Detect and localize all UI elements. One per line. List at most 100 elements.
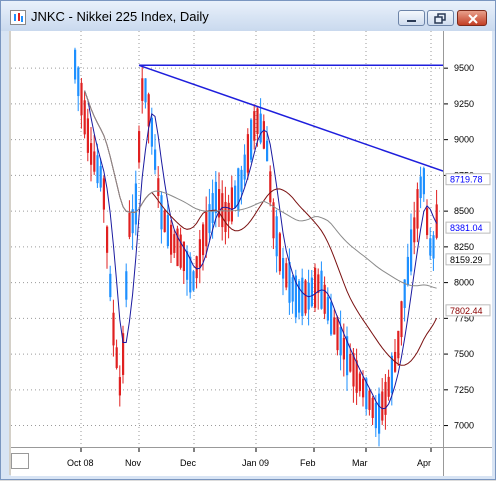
candle-body: [349, 353, 352, 372]
y-tick-label: 7000: [454, 421, 474, 431]
candle-body: [390, 355, 393, 393]
candle-body: [214, 181, 217, 214]
candle-body: [99, 166, 102, 188]
candle-body: [266, 140, 269, 162]
candle-body: [301, 277, 304, 317]
y-tick-label: 7250: [454, 385, 474, 395]
candle-body: [83, 100, 86, 135]
candle-body: [259, 113, 262, 143]
candle-body: [406, 256, 409, 286]
candle-body: [93, 151, 96, 172]
candle-body: [384, 381, 387, 415]
candle-body: [170, 224, 173, 255]
candle-body: [333, 317, 336, 335]
candle-body: [224, 201, 227, 233]
y-tick-label: 9000: [454, 135, 474, 145]
candle-body: [109, 273, 112, 298]
trendline-resistance: [138, 64, 444, 172]
date-axis: Oct 08 Nov Dec Jan 09 Feb Mar Apr: [11, 447, 443, 476]
x-tick-label: Oct 08: [67, 458, 94, 468]
price-chart[interactable]: [11, 31, 444, 447]
chart-window: JNKC - Nikkei 225 Index, Daily 7000 7250 7…: [0, 0, 496, 480]
candle-body: [330, 302, 333, 335]
candle-body: [240, 169, 243, 192]
candle-body: [291, 277, 294, 302]
candle-body: [272, 202, 275, 239]
candle-body: [282, 258, 285, 279]
candle-body: [115, 347, 118, 368]
x-tick-label: Nov: [125, 458, 142, 468]
candle-body: [358, 373, 361, 392]
candle-body: [189, 256, 192, 293]
candle-body: [416, 189, 419, 229]
candle-body: [134, 183, 137, 225]
candle-body: [147, 94, 150, 127]
candle-body: [413, 217, 416, 243]
candle-body: [198, 239, 201, 268]
candle-body: [74, 49, 77, 80]
candle-body: [397, 330, 400, 359]
candle-body: [378, 393, 381, 434]
candle-body: [86, 118, 89, 153]
candle-body: [256, 108, 259, 135]
x-tick-label: Jan 09: [242, 458, 269, 468]
candle-body: [362, 378, 365, 398]
candle-body: [323, 284, 326, 314]
candle-body: [262, 121, 265, 149]
price-marker-label: 7802.44: [450, 306, 483, 316]
candle-body: [381, 391, 384, 421]
price-marker-label: 8381.04: [450, 223, 483, 233]
candle-body: [150, 117, 153, 147]
candle-body: [195, 256, 198, 279]
candle-body: [371, 397, 374, 418]
candle-body: [278, 233, 281, 272]
candle-body: [429, 238, 432, 256]
candle-body: [419, 176, 422, 199]
candle-body: [106, 226, 109, 253]
y-tick-label: 9500: [454, 63, 474, 73]
candle-body: [80, 82, 83, 116]
x-tick-label: Feb: [300, 458, 316, 468]
chart-app-icon: [10, 10, 26, 25]
close-button[interactable]: [457, 10, 487, 26]
candle-body: [144, 78, 147, 103]
candle-body: [221, 193, 224, 228]
candle-body: [336, 317, 339, 351]
plot-area[interactable]: [11, 31, 444, 447]
candle-body: [400, 301, 403, 338]
title-bar[interactable]: JNKC - Nikkei 225 Index, Daily: [1, 1, 495, 31]
candle-body: [211, 193, 214, 224]
candle-body: [387, 376, 390, 397]
candle-body: [410, 229, 413, 272]
candle-body: [118, 377, 121, 396]
price-axis: 7000725075007750800082508500875090009250…: [443, 31, 492, 447]
candle-body: [304, 280, 307, 314]
candle-body: [202, 224, 205, 256]
candle-body: [285, 263, 288, 288]
candle-body: [112, 312, 115, 346]
candle-body: [96, 155, 99, 184]
restore-button[interactable]: [427, 10, 454, 26]
candle-body: [250, 119, 253, 160]
y-tick-label: 8250: [454, 242, 474, 252]
candle-body: [234, 185, 237, 208]
x-tick-label: Mar: [352, 458, 368, 468]
candle-body: [154, 149, 157, 170]
candle-body: [310, 277, 313, 307]
candle-body: [314, 267, 317, 308]
window-title: JNKC - Nikkei 225 Index, Daily: [31, 9, 209, 24]
candle-body: [179, 234, 182, 268]
minimize-button[interactable]: [398, 10, 425, 26]
candle-body: [205, 212, 208, 247]
candle-body: [243, 154, 246, 180]
chart-scroll-button[interactable]: [11, 453, 29, 469]
y-tick-label: 8500: [454, 206, 474, 216]
candle-body: [77, 67, 80, 97]
candle-body: [138, 131, 141, 163]
candle-body: [90, 143, 93, 165]
candle-body: [192, 271, 195, 291]
candle-body: [230, 187, 233, 222]
candle-body: [227, 202, 230, 222]
axis-corner: [443, 447, 492, 476]
x-tick-label: Dec: [180, 458, 197, 468]
